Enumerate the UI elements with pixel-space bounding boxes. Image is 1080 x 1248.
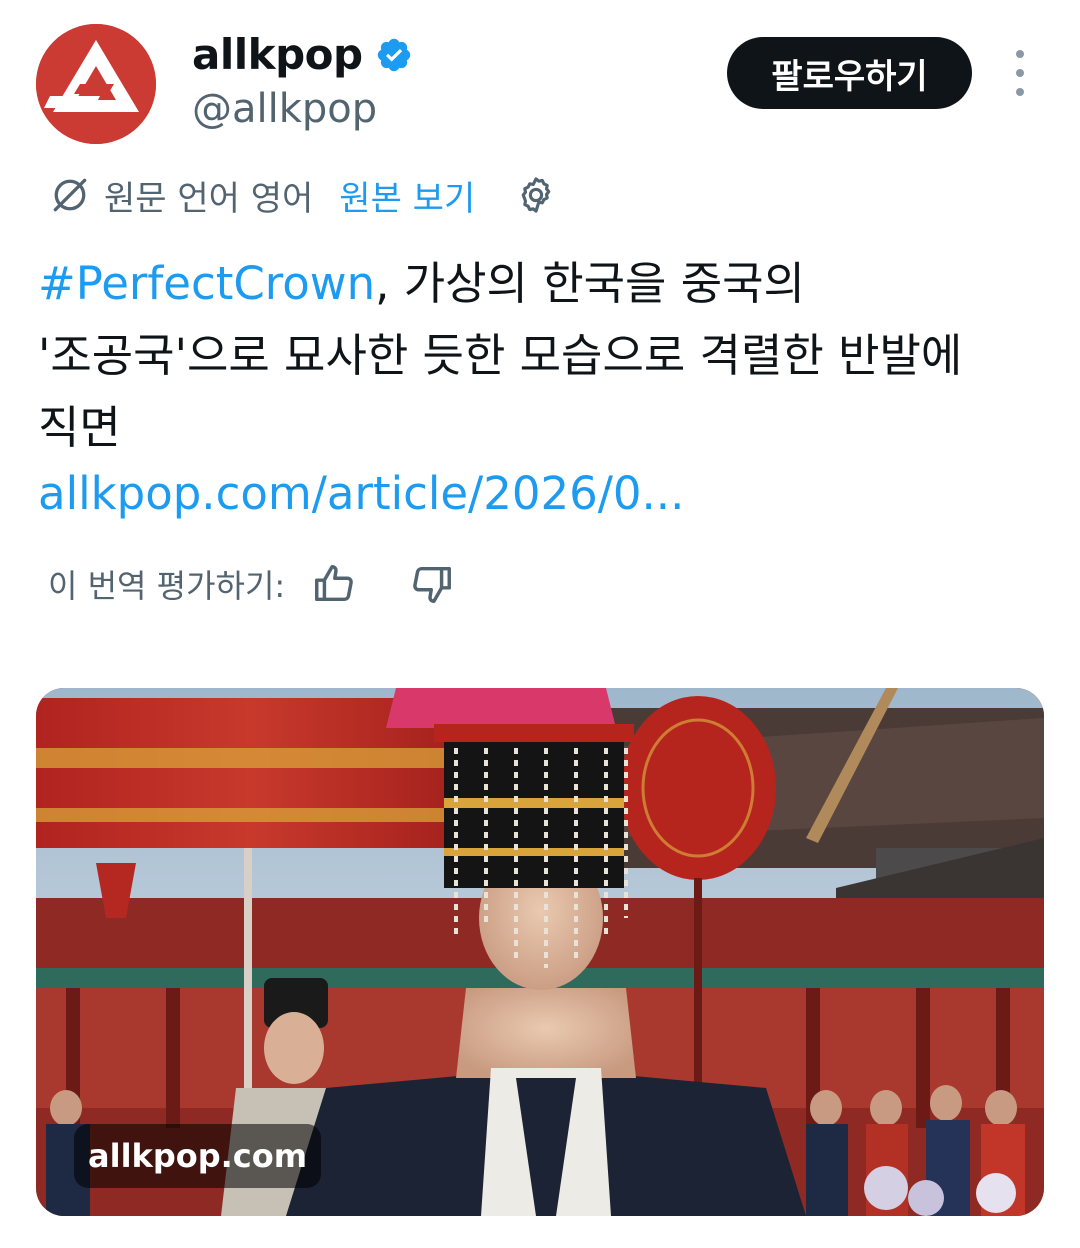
thumbs-up-icon[interactable] bbox=[311, 561, 357, 607]
translate-icon bbox=[53, 178, 87, 212]
translation-bar: 원문 언어 영어 원본 보기 bbox=[48, 168, 557, 222]
rate-translation-label: 이 번역 평가하기: bbox=[48, 567, 286, 605]
gear-icon[interactable] bbox=[515, 174, 557, 216]
rate-translation-row: 이 번역 평가하기: bbox=[48, 558, 455, 610]
author-handle[interactable]: @allkpop bbox=[192, 86, 377, 132]
article-link[interactable]: allkpop.com/article/2026/0... bbox=[38, 462, 684, 526]
verified-badge-icon bbox=[377, 38, 410, 71]
follow-button[interactable]: 팔로우하기 bbox=[727, 37, 972, 109]
thumbs-down-icon[interactable] bbox=[409, 561, 455, 607]
display-name[interactable]: allkpop bbox=[192, 30, 363, 79]
hashtag-link[interactable]: #PerfectCrown bbox=[38, 257, 375, 310]
tweet-card: allkpop @allkpop 팔로우하기 원문 언어 영어 원본 보기 #P… bbox=[0, 0, 1080, 1248]
tweet-text: #PerfectCrown, 가상의 한국을 중국의 '조공국'으로 묘사한 듯… bbox=[38, 248, 1048, 464]
show-original-link[interactable]: 원본 보기 bbox=[339, 171, 475, 220]
avatar[interactable] bbox=[36, 24, 156, 144]
author-name-row: allkpop bbox=[192, 30, 413, 79]
more-vertical-icon[interactable] bbox=[1002, 50, 1038, 96]
media-domain-label: allkpop.com bbox=[74, 1124, 322, 1188]
source-language-label: 원문 언어 영어 bbox=[104, 178, 314, 219]
allkpop-logo-icon bbox=[36, 24, 156, 144]
